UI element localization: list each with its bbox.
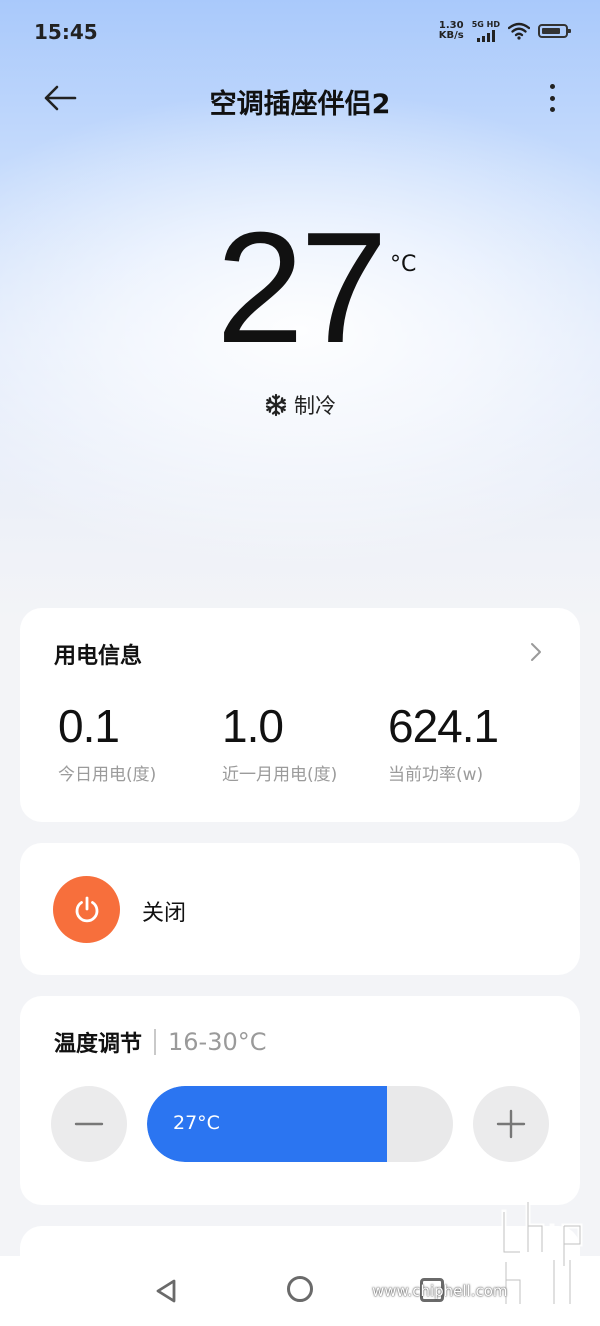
power-card: 关闭 (20, 843, 580, 975)
snowflake-icon (265, 393, 287, 417)
current-temperature: 27 (216, 200, 388, 376)
network-tag: 5G HD (471, 20, 500, 29)
metric-label: 近一月用电(度) (222, 765, 338, 785)
temp-control-title: 温度调节 (54, 1032, 143, 1057)
mode-label: 制冷 (294, 394, 336, 418)
metric-label: 今日用电(度) (58, 765, 157, 785)
slider-value: 27°C (173, 1112, 220, 1134)
temperature-unit: °C (390, 252, 417, 277)
status-time: 15:45 (34, 20, 98, 44)
power-icon (75, 896, 98, 922)
chevron-right-icon (531, 643, 541, 661)
power-state-label: 关闭 (142, 901, 187, 926)
signal-icon (476, 30, 495, 42)
metric-value: 1.0 (222, 700, 284, 752)
more-vertical-icon-dot (549, 84, 555, 89)
nav-back-icon[interactable] (154, 1278, 178, 1304)
network-speed: 1.30 KB/s (439, 21, 464, 41)
metric-today: 0.1 今日用电(度) (58, 700, 156, 785)
plus-icon (496, 1109, 526, 1139)
metric-value: 624.1 (388, 700, 499, 752)
app-header: 空调插座伴侣2 (0, 70, 600, 126)
status-bar: 15:45 1.30 KB/s 5G HD (0, 0, 600, 64)
mode-indicator: 制冷 (0, 390, 600, 420)
metric-value: 0.1 (58, 700, 120, 752)
chiphell-watermark-logo (501, 1199, 583, 1307)
network-speed-unit: KB/s (438, 30, 464, 41)
temperature-control-card: 温度调节 16-30°C 27°C (20, 996, 580, 1205)
nav-home-icon[interactable] (287, 1276, 313, 1302)
metric-label: 当前功率(w) (388, 765, 484, 785)
more-vertical-icon-dot (549, 107, 555, 112)
power-button[interactable] (53, 876, 120, 943)
more-vertical-icon-dot (549, 95, 555, 101)
status-icons: 1.30 KB/s 5G HD (439, 20, 571, 42)
decrease-temperature-button[interactable] (51, 1086, 127, 1162)
metric-month: 1.0 近一月用电(度) (222, 700, 337, 785)
temperature-slider[interactable]: 27°C (147, 1086, 453, 1162)
minus-icon (74, 1122, 104, 1126)
more-button[interactable] (540, 80, 564, 116)
increase-temperature-button[interactable] (473, 1086, 549, 1162)
metric-power: 624.1 当前功率(w) (388, 700, 499, 785)
battery-icon (538, 24, 571, 38)
energy-info-card[interactable]: 用电信息 0.1 今日用电(度) 1.0 近一月用电(度) 624.1 当前功率… (20, 608, 580, 822)
energy-card-title: 用电信息 (54, 644, 143, 669)
temp-range: 16-30°C (168, 1028, 267, 1056)
cellular-group: 5G HD (472, 20, 500, 42)
wifi-icon (508, 22, 530, 40)
temp-control-header: 温度调节 16-30°C (54, 1026, 267, 1058)
watermark-url: www.chiphell.com (372, 1282, 508, 1300)
page-title: 空调插座伴侣2 (209, 89, 391, 120)
divider (154, 1029, 157, 1055)
